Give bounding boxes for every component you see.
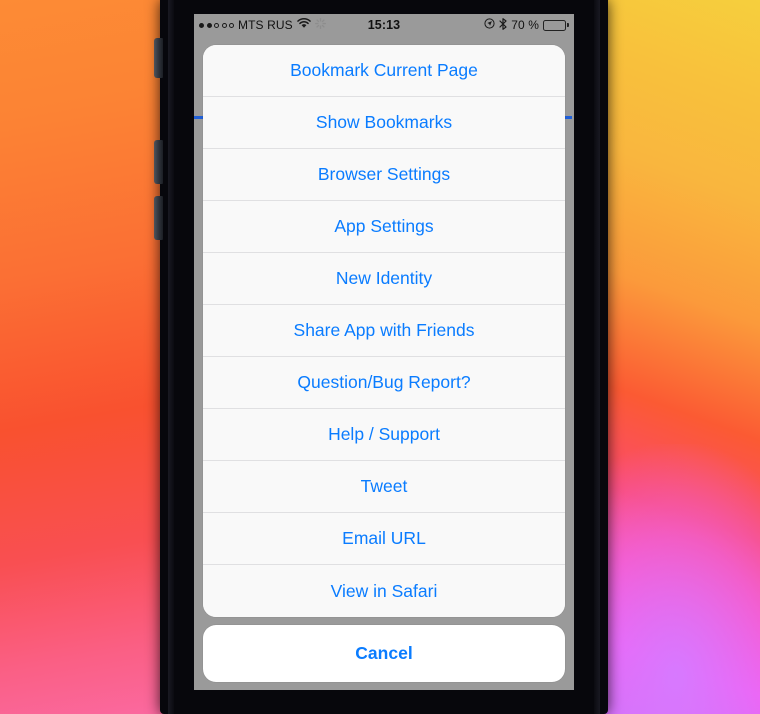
action-item-browser-settings[interactable]: Browser Settings	[203, 149, 565, 201]
sync-spinner-icon	[314, 18, 326, 32]
action-item-label: Question/Bug Report?	[297, 372, 471, 392]
action-item-label: Browser Settings	[317, 164, 451, 184]
action-item-email-url[interactable]: Email URL	[203, 513, 565, 565]
phone-edge-right	[594, 0, 600, 714]
action-item-new-identity[interactable]: New Identity	[203, 253, 565, 305]
action-item-share-app-with-friends[interactable]: Share App with Friends	[203, 305, 565, 357]
carrier-name: MTS RUS	[238, 18, 293, 32]
action-item-label: Bookmark Current Page	[290, 60, 478, 80]
status-bar-left: MTS RUS	[199, 18, 384, 32]
desktop-wallpaper-right	[595, 0, 760, 714]
action-item-view-in-safari[interactable]: View in Safari	[203, 565, 565, 617]
wifi-icon	[296, 18, 311, 32]
desktop-wallpaper-left	[0, 0, 175, 714]
phone-screen: MTS RUS 15:13 70 % Bookmark Current Page…	[194, 14, 574, 690]
screenshot-stage: MTS RUS 15:13 70 % Bookmark Current Page…	[0, 0, 760, 714]
location-services-icon	[484, 18, 495, 32]
action-item-label: New Identity	[335, 268, 433, 288]
phone-edge-left	[168, 0, 174, 714]
status-bar-right: 70 %	[384, 17, 569, 33]
action-item-question-bug-report[interactable]: Question/Bug Report?	[203, 357, 565, 409]
action-item-label: App Settings	[334, 216, 434, 236]
action-item-tweet[interactable]: Tweet	[203, 461, 565, 513]
action-sheet: Bookmark Current Page Show Bookmarks Bro…	[203, 45, 565, 682]
status-bar: MTS RUS 15:13 70 %	[194, 14, 574, 36]
battery-percent-label: 70 %	[511, 18, 539, 32]
action-item-label: Help / Support	[328, 424, 440, 444]
volume-down-button[interactable]	[154, 196, 163, 240]
action-item-label: Share App with Friends	[293, 320, 475, 340]
bluetooth-icon	[499, 17, 507, 33]
battery-icon	[543, 19, 569, 31]
action-item-bookmark-current-page[interactable]: Bookmark Current Page	[203, 45, 565, 97]
action-item-app-settings[interactable]: App Settings	[203, 201, 565, 253]
action-item-help-support[interactable]: Help / Support	[203, 409, 565, 461]
silent-switch-button[interactable]	[154, 38, 163, 78]
action-item-label: Email URL	[342, 528, 426, 548]
action-item-label: Show Bookmarks	[315, 112, 453, 132]
cellular-signal-dots-icon	[199, 22, 234, 28]
cancel-button-label: Cancel	[355, 643, 413, 663]
action-item-label: Tweet	[360, 476, 408, 496]
iphone-device-frame: MTS RUS 15:13 70 % Bookmark Current Page…	[154, 0, 608, 714]
action-sheet-options-group: Bookmark Current Page Show Bookmarks Bro…	[203, 45, 565, 617]
action-item-label: View in Safari	[330, 580, 438, 601]
cancel-button[interactable]: Cancel	[203, 625, 565, 682]
action-item-show-bookmarks[interactable]: Show Bookmarks	[203, 97, 565, 149]
volume-up-button[interactable]	[154, 140, 163, 184]
